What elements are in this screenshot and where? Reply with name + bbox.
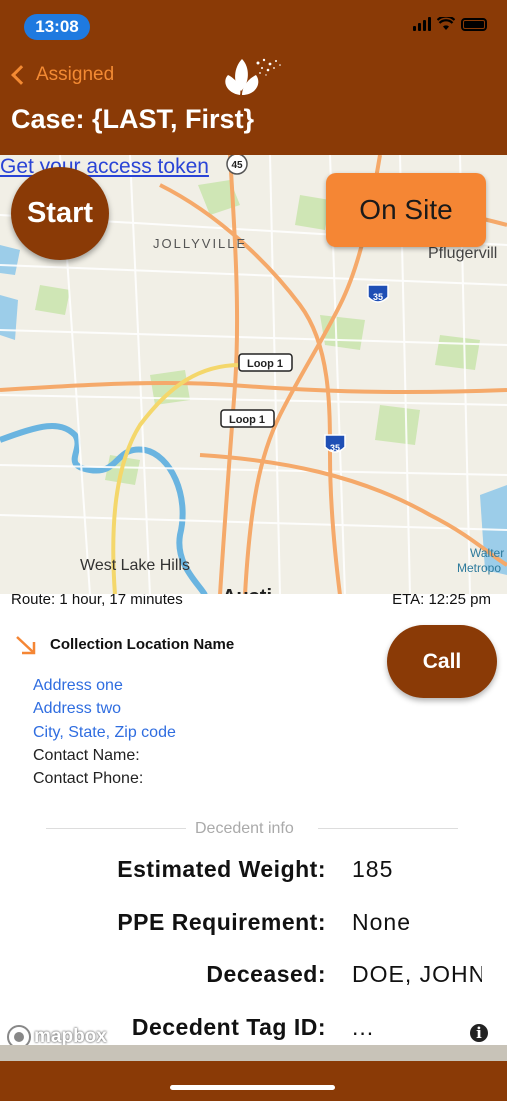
decedent-info-heading: Decedent info	[195, 820, 294, 837]
map-label-west-lake-hills: West Lake Hills	[80, 557, 190, 574]
section-divider-right	[318, 828, 458, 829]
status-icons	[413, 17, 487, 31]
page-title: Case: {LAST, First}	[11, 104, 255, 134]
info-icon[interactable]: i	[468, 1022, 490, 1044]
start-button[interactable]: Start	[11, 167, 109, 260]
map-bottom-strip	[0, 1045, 507, 1061]
info-value: 185	[352, 856, 394, 882]
call-button[interactable]: Call	[387, 625, 497, 698]
route-eta: ETA: 12:25 pm	[392, 594, 491, 608]
address-line-one[interactable]: Address one	[33, 677, 123, 695]
arrow-down-right-icon	[16, 636, 36, 655]
status-time: 13:08	[24, 14, 90, 40]
signal-icon	[413, 17, 431, 31]
route-duration: Route: 1 hour, 17 minutes	[11, 594, 183, 608]
map-label-loop1b: Loop 1	[229, 414, 265, 426]
contact-phone-label: Contact Phone:	[33, 770, 144, 787]
chevron-left-icon	[11, 65, 31, 85]
case-details-panel: Route: 1 hour, 17 minutes ETA: 12:25 pm …	[0, 594, 507, 1045]
app-footer	[0, 1061, 507, 1101]
map-label-metropo: Metropo	[457, 561, 501, 575]
home-indicator[interactable]	[170, 1085, 335, 1090]
info-value: DOE, JOHN	[352, 961, 482, 987]
map-label-i35a: 35	[373, 292, 383, 302]
info-label: PPE Requirement:	[117, 909, 326, 935]
contact-name-label: Contact Name:	[33, 747, 140, 764]
info-label: Decedent Tag ID:	[131, 1014, 326, 1040]
back-label: Assigned	[36, 64, 115, 85]
map-label-i35b: 35	[330, 443, 340, 453]
info-value: ...	[352, 1014, 375, 1040]
address-city-state-zip[interactable]: City, State, Zip code	[33, 724, 176, 742]
leaf-logo-icon	[225, 58, 281, 95]
info-label: Deceased:	[206, 961, 326, 987]
info-label: Estimated Weight:	[117, 856, 326, 882]
decedent-row-ppe: PPE Requirement: None	[0, 909, 507, 939]
map-label-jollyville: JOLLYVILLE	[153, 236, 247, 251]
map-label-loop1a: Loop 1	[247, 358, 283, 370]
decedent-row-deceased: Deceased: DOE, JOHN	[0, 961, 507, 991]
back-button[interactable]: Assigned	[10, 64, 114, 86]
app-header: 13:08 Assigned Case: {LAST, First}	[0, 0, 507, 155]
wifi-icon	[437, 17, 455, 30]
map-label-walter: Walter	[470, 546, 504, 560]
decedent-row-weight: Estimated Weight: 185	[0, 856, 507, 886]
collection-location-name: Collection Location Name	[50, 636, 235, 653]
on-site-button[interactable]: On Site	[326, 173, 486, 247]
battery-icon	[461, 17, 487, 31]
address-line-two[interactable]: Address two	[33, 700, 121, 718]
status-bar: 13:08	[0, 0, 507, 50]
info-value: None	[352, 909, 411, 935]
section-divider-left	[46, 828, 186, 829]
map-label-hwy45: 45	[231, 160, 243, 171]
map-label-pflugerville: Pflugervill	[428, 245, 497, 262]
